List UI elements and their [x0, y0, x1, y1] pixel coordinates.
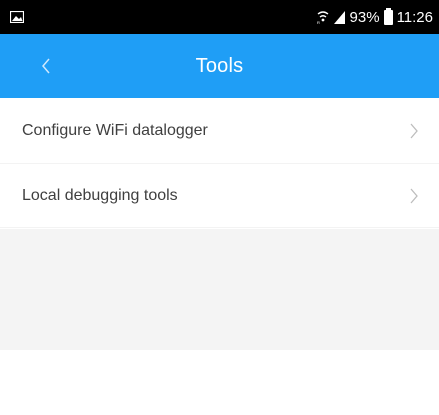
battery-percent: 93%	[349, 8, 380, 26]
local-debugging-tools-item[interactable]: Local debugging tools	[0, 164, 439, 228]
chevron-right-icon	[410, 188, 418, 203]
status-bar: R 93% 11:26	[0, 0, 439, 34]
page-title: Tools	[195, 54, 244, 77]
configure-wifi-datalogger-item[interactable]: Configure WiFi datalogger	[0, 98, 439, 164]
list-item-label: Configure WiFi datalogger	[22, 121, 208, 139]
app-bar: Tools	[0, 34, 439, 98]
battery-icon	[383, 7, 393, 25]
chevron-right-icon	[410, 123, 418, 138]
svg-text:R: R	[317, 20, 320, 24]
wifi-icon: R	[317, 11, 328, 24]
list-item-label: Local debugging tools	[22, 186, 178, 204]
signal-icon	[333, 11, 345, 24]
empty-area	[0, 229, 439, 350]
tools-list: Configure WiFi datalogger Local debuggin…	[0, 98, 439, 228]
clock: 11:26	[396, 8, 433, 26]
gallery-icon	[10, 11, 24, 23]
